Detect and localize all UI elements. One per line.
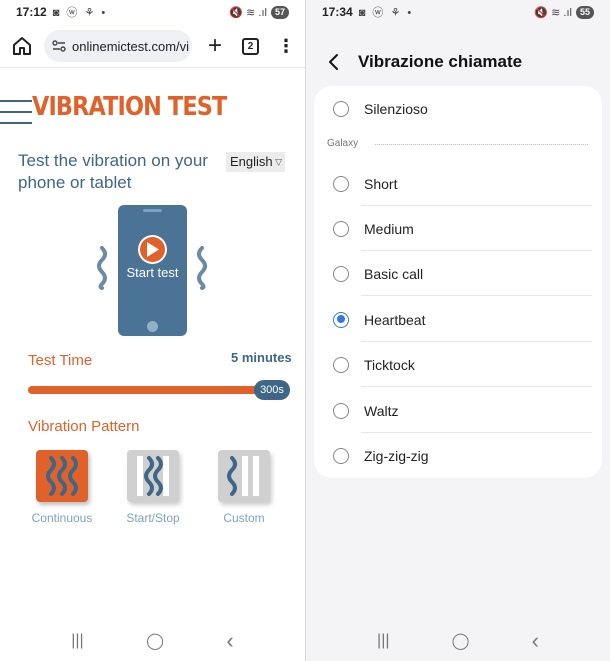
row-divider	[361, 295, 592, 296]
recents-icon[interactable]: |||	[71, 632, 83, 650]
recents-icon[interactable]: |||	[377, 632, 389, 650]
toolbar-divider	[0, 67, 305, 68]
start-stop-wave-icon	[137, 456, 169, 496]
radio-button[interactable]	[333, 220, 349, 237]
pattern-start-stop-caption: Start/Stop	[126, 511, 180, 525]
new-tab-icon[interactable]: +	[204, 34, 226, 58]
status-right: 🔇 ≋ .ıl 55	[534, 5, 594, 19]
radio-button[interactable]	[333, 447, 349, 464]
back-nav-icon[interactable]: ‹	[226, 628, 233, 654]
pattern-custom-button[interactable]	[218, 450, 270, 502]
site-settings-icon[interactable]	[52, 39, 66, 53]
test-time-label: Test Time	[28, 352, 93, 369]
option-medium[interactable]: Medium	[314, 206, 602, 251]
option-silenzioso[interactable]: Silenzioso	[314, 86, 602, 131]
radio-button[interactable]	[333, 356, 349, 373]
vibration-wave-left-icon	[97, 246, 107, 290]
page-subtitle: Test the vibration on your phone or tabl…	[18, 151, 208, 192]
status-signal-icons: 🔇 ≋ .ıl	[229, 6, 267, 19]
status-time: 17:12	[16, 5, 47, 19]
option-label: Medium	[364, 220, 414, 237]
right-screen: 17:34 ◙ ⓦ ⚘ • 🔇 ≋ .ıl 55 Vibrazione chia…	[306, 0, 610, 661]
radio-button[interactable]	[333, 402, 349, 419]
page-title: Vibrazione chiamate	[358, 52, 523, 71]
home-nav-icon[interactable]: ◯	[452, 631, 470, 651]
settings-header: Vibrazione chiamate	[306, 44, 610, 80]
option-waltz[interactable]: Waltz	[314, 388, 602, 433]
radio-button[interactable]	[333, 175, 349, 192]
option-heartbeat[interactable]: Heartbeat	[314, 297, 602, 342]
row-divider	[361, 386, 592, 387]
site-title: VIBRATION TEST	[32, 92, 227, 122]
test-time-value: 5 minutes	[231, 350, 292, 365]
option-label: Heartbeat	[364, 311, 426, 328]
option-label: Silenzioso	[364, 100, 428, 117]
pattern-custom-caption: Custom	[223, 511, 265, 525]
radio-button-selected[interactable]	[333, 311, 349, 328]
battery-icon: 57	[271, 5, 289, 19]
status-bar: 17:12 ◙ ⓦ ⚘ • 🔇 ≋ .ıl 57	[0, 0, 305, 24]
option-short[interactable]: Short	[314, 161, 602, 206]
chevron-down-icon: ▽	[273, 152, 282, 172]
vibration-wave-right-icon	[197, 246, 207, 290]
test-time-slider[interactable]	[28, 386, 264, 394]
status-right: 🔇 ≋ .ıl 57	[229, 5, 289, 19]
more-menu-icon[interactable]: ⋮	[277, 37, 295, 55]
continuous-wave-icon	[46, 456, 78, 496]
vibration-options-list: Silenzioso Galaxy Short Medium Basic cal…	[314, 86, 602, 478]
system-nav-bar: ||| ◯ ‹	[306, 628, 610, 654]
phone-speaker	[143, 209, 162, 212]
tab-switcher-icon[interactable]: 2	[242, 37, 259, 55]
language-select[interactable]: English ▽	[226, 152, 285, 172]
status-bar: 17:34 ◙ ⓦ ⚘ • 🔇 ≋ .ıl 55	[306, 0, 610, 24]
pattern-continuous-button[interactable]	[36, 450, 88, 502]
start-test-phone-button[interactable]: Start test	[118, 205, 187, 336]
option-label: Short	[364, 175, 398, 192]
custom-wave-icon	[227, 456, 259, 496]
group-divider	[375, 144, 588, 145]
radio-button[interactable]	[333, 265, 349, 282]
option-zig-zig-zig[interactable]: Zig-zig-zig	[314, 433, 602, 478]
status-signal-icons: 🔇 ≋ .ıl	[534, 6, 572, 19]
status-time: 17:34	[322, 5, 353, 19]
url-bar[interactable]: onlinemictest.com/vi	[44, 30, 192, 62]
pattern-continuous-caption: Continuous	[31, 511, 93, 525]
hamburger-menu-icon[interactable]	[0, 100, 32, 132]
play-icon	[138, 235, 167, 264]
vibration-pattern-label: Vibration Pattern	[28, 418, 140, 435]
option-label: Basic call	[364, 265, 424, 282]
pattern-start-stop-button[interactable]	[127, 450, 179, 502]
option-ticktock[interactable]: Ticktock	[314, 342, 602, 387]
notification-icons: ◙ ⓦ ⚘ •	[52, 7, 108, 19]
back-nav-icon[interactable]: ‹	[532, 628, 539, 654]
option-label: Zig-zig-zig	[364, 447, 429, 464]
left-screen: 17:12 ◙ ⓦ ⚘ • 🔇 ≋ .ıl 57 onlinemictest.c…	[0, 0, 305, 661]
browser-toolbar: onlinemictest.com/vi + 2 ⋮	[0, 28, 305, 64]
url-text: onlinemictest.com/vi	[72, 38, 190, 54]
home-icon[interactable]	[10, 34, 34, 58]
option-label: Ticktock	[364, 356, 415, 373]
phone-home-button	[147, 321, 158, 332]
radio-button[interactable]	[333, 100, 349, 117]
system-nav-bar: ||| ◯ ‹	[0, 628, 305, 654]
language-value: English	[230, 154, 273, 169]
group-header-galaxy: Galaxy	[327, 138, 359, 149]
option-label: Waltz	[364, 402, 399, 419]
start-test-label: Start test	[126, 265, 179, 280]
battery-icon: 55	[576, 5, 594, 19]
test-time-slider-thumb[interactable]: 300s	[254, 380, 290, 400]
home-nav-icon[interactable]: ◯	[146, 631, 164, 651]
option-basic-call[interactable]: Basic call	[314, 251, 602, 296]
notification-icons: ◙ ⓦ ⚘ •	[358, 7, 414, 19]
back-arrow-icon[interactable]	[326, 52, 342, 72]
